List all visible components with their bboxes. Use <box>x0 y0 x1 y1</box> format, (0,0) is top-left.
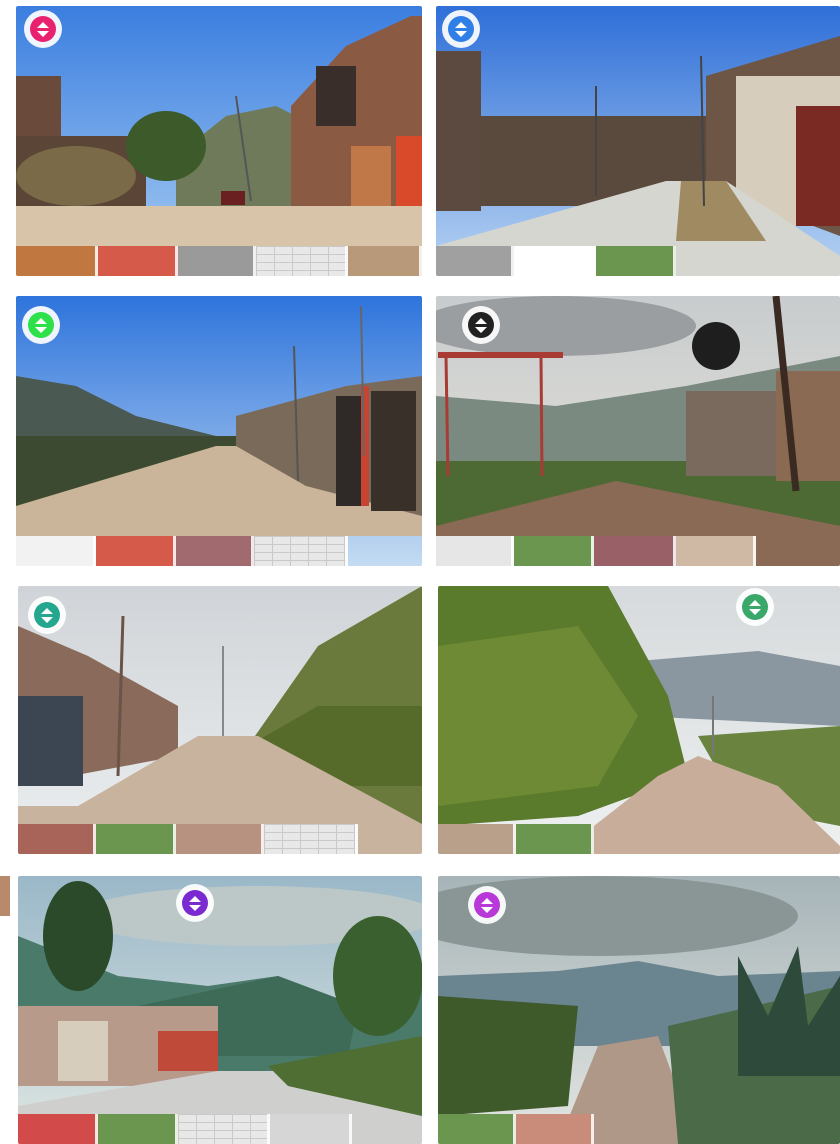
photo-panel-6 <box>438 586 840 854</box>
marker-disc <box>448 16 474 42</box>
street-photo <box>18 586 422 854</box>
marker-disc <box>28 312 54 338</box>
swatch <box>96 536 176 566</box>
swatch <box>596 246 676 276</box>
swatch <box>436 246 514 276</box>
swatch-brick <box>254 536 348 566</box>
photo-panel-4 <box>436 296 840 566</box>
swatch <box>514 536 594 566</box>
marker-disc <box>30 16 56 42</box>
swatch-brick <box>264 824 358 854</box>
street-photo <box>438 586 840 854</box>
swatch <box>514 246 596 276</box>
swatch <box>436 536 514 566</box>
street-photo <box>436 6 840 276</box>
swatch <box>98 246 178 276</box>
swatch <box>176 536 254 566</box>
photo-panel-5 <box>18 586 422 854</box>
swatch <box>96 824 176 854</box>
photo-panel-3 <box>16 296 422 566</box>
map-marker-icon <box>468 886 506 924</box>
marker-disc <box>34 602 60 628</box>
swatch <box>438 1114 516 1144</box>
swatch <box>438 824 516 854</box>
swatch <box>516 824 594 854</box>
swatch <box>16 246 98 276</box>
color-palette <box>18 824 358 854</box>
color-palette <box>436 536 756 566</box>
map-marker-icon <box>22 306 60 344</box>
map-marker-icon <box>736 588 774 626</box>
photo-panel-7 <box>18 876 422 1144</box>
marker-disc <box>468 312 494 338</box>
marker-disc <box>474 892 500 918</box>
swatch <box>348 246 422 276</box>
marker-disc <box>182 890 208 916</box>
swatch <box>676 536 756 566</box>
street-photo <box>16 296 422 566</box>
map-marker-icon <box>442 10 480 48</box>
map-marker-icon <box>462 306 500 344</box>
color-palette <box>16 536 348 566</box>
swatch <box>16 536 96 566</box>
swatch <box>18 1114 98 1144</box>
swatch <box>176 824 264 854</box>
map-marker-icon <box>28 596 66 634</box>
color-palette <box>438 824 594 854</box>
swatch-brick <box>178 1114 270 1144</box>
swatch <box>594 536 676 566</box>
swatch <box>270 1114 352 1144</box>
street-photo <box>18 876 422 1144</box>
swatch <box>98 1114 178 1144</box>
map-marker-icon <box>24 10 62 48</box>
color-palette <box>436 246 676 276</box>
marker-disc <box>742 594 768 620</box>
swatch <box>516 1114 594 1144</box>
swatch <box>18 824 96 854</box>
map-marker-icon <box>176 884 214 922</box>
street-photo <box>436 296 840 566</box>
street-photo <box>16 6 422 276</box>
edge-color-chip <box>0 876 10 916</box>
color-palette <box>16 246 422 276</box>
photo-panel-1 <box>16 6 422 276</box>
photo-panel-8 <box>438 876 840 1144</box>
photo-panel-2 <box>436 6 840 276</box>
color-palette <box>438 1114 594 1144</box>
swatch <box>178 246 256 276</box>
swatch-brick <box>256 246 348 276</box>
color-palette <box>18 1114 352 1144</box>
